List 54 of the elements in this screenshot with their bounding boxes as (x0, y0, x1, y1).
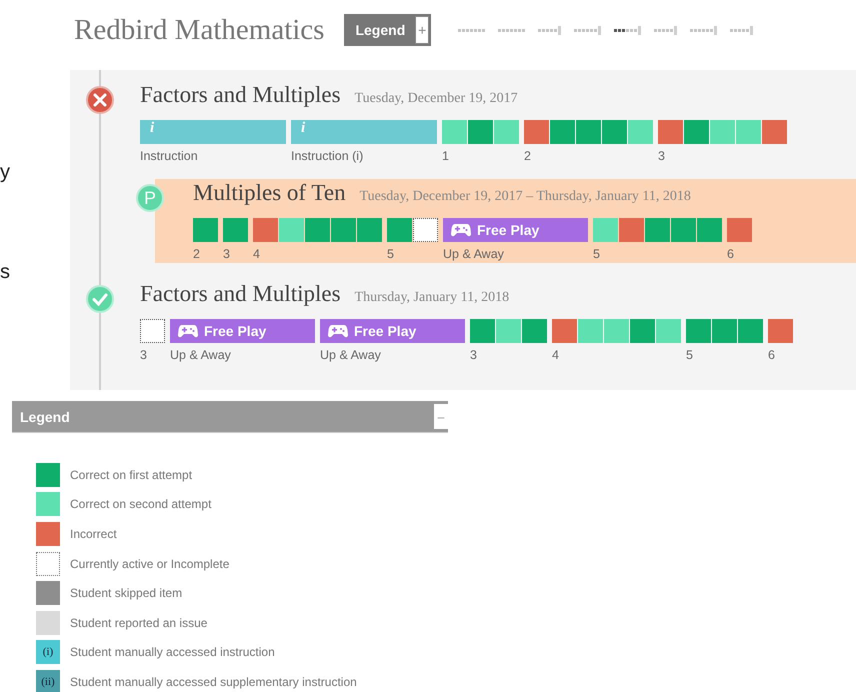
item-label: 3 (658, 149, 665, 163)
cut-off-text: y (0, 160, 11, 184)
lesson-date: Tuesday, December 19, 2017 (354, 91, 518, 107)
app-title: Redbird Mathematics (74, 14, 324, 46)
free-play-block[interactable]: Free Play (320, 319, 465, 343)
free-play-label: Free Play (354, 323, 416, 339)
item-label: Instruction (i) (291, 149, 364, 163)
free-play-block[interactable]: Free Play (443, 218, 588, 242)
free-play-block[interactable]: Free Play (170, 319, 315, 343)
legend-label: Correct on second attempt (70, 497, 212, 512)
legend-title: Legend (20, 408, 70, 424)
item-label: Up & Away (170, 348, 231, 362)
legend-swatch: (i) (36, 640, 60, 664)
collapse-button[interactable]: – (434, 404, 448, 429)
gamepad-icon (328, 324, 348, 338)
item-label: 2 (193, 247, 200, 261)
gamepad-icon (451, 223, 471, 237)
legend-label: Student manually accessed supplementary instruction (70, 674, 357, 689)
result-square[interactable] (413, 218, 438, 242)
legend-label: Student reported an issue (70, 616, 208, 630)
lesson-date: Thursday, January 11, 2018 (354, 290, 510, 306)
legend-label: Incorrect (70, 526, 117, 541)
lesson-row[interactable]: P Multiples of Ten Tuesday, December 19, 2017 – Thursday, January 11, 2018 2 3 4 5 Free Play Up & Away 5 6 (136, 179, 856, 263)
legend-label: Student skipped item (70, 586, 182, 600)
legend-button[interactable]: Legend + (344, 14, 432, 46)
item-label: 6 (727, 247, 734, 261)
item-label: Up & Away (443, 247, 504, 261)
free-play-label: Free Play (204, 323, 266, 339)
cut-off-text: s (0, 260, 11, 284)
gamepad-icon (178, 324, 198, 338)
item-label: 5 (593, 247, 600, 261)
item-label: 4 (552, 348, 559, 362)
item-label: 3 (470, 348, 477, 362)
item-label: 5 (686, 348, 693, 362)
legend-label: Correct on first attempt (70, 468, 192, 482)
instruction-block[interactable]: i (140, 120, 286, 144)
status-badge: P (136, 184, 164, 212)
legend-label: Student manually accessed instruction (70, 645, 275, 660)
item-label: 3 (223, 247, 230, 261)
legend-label: Currently active or Incomplete (70, 556, 230, 571)
item-label: 3 (140, 348, 147, 362)
item-label: Instruction (140, 149, 198, 163)
item-label: 5 (387, 247, 394, 261)
lesson-title: Multiples of Ten (193, 180, 346, 206)
item-label: 2 (524, 149, 531, 163)
item-label: Up & Away (320, 348, 381, 362)
free-play-label: Free Play (477, 222, 540, 238)
instruction-block[interactable]: i (291, 120, 437, 144)
item-label: 1 (442, 149, 449, 163)
result-square[interactable] (140, 319, 165, 343)
item-label: 6 (768, 348, 775, 362)
item-label: 4 (253, 247, 260, 261)
legend-swatch: (ii) (36, 670, 60, 692)
lesson-date: Tuesday, December 19, 2017 – Thursday, January 11, 2018 (360, 189, 691, 205)
